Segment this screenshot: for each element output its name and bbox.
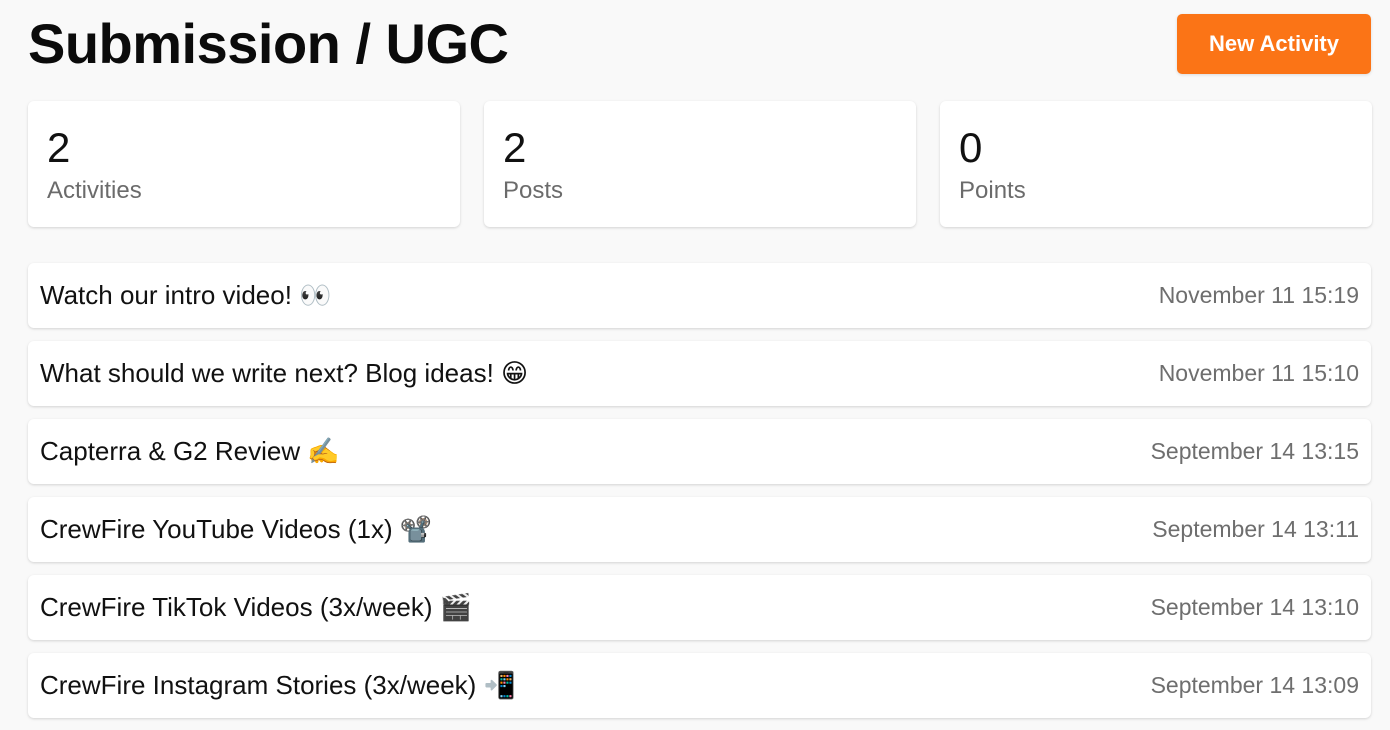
activity-title: CrewFire Instagram Stories (3x/week) 📲 — [40, 670, 516, 700]
activity-row[interactable]: CrewFire YouTube Videos (1x) 📽️ Septembe… — [28, 497, 1371, 562]
activity-date: September 14 13:11 — [1152, 516, 1359, 542]
activity-date: September 14 13:09 — [1150, 672, 1359, 698]
activity-row[interactable]: CrewFire Instagram Stories (3x/week) 📲 S… — [28, 653, 1371, 718]
stat-card-activities: 2 Activities — [28, 101, 460, 227]
activity-row[interactable]: Watch our intro video! 👀 November 11 15:… — [28, 263, 1371, 328]
activity-row[interactable]: Capterra & G2 Review ✍️ September 14 13:… — [28, 419, 1371, 484]
stat-value: 0 — [959, 124, 983, 171]
activity-date: November 11 15:10 — [1158, 360, 1359, 386]
activity-title: CrewFire YouTube Videos (1x) 📽️ — [40, 514, 433, 544]
activity-title: Capterra & G2 Review ✍️ — [40, 436, 340, 466]
new-activity-button[interactable]: New Activity — [1177, 14, 1371, 74]
page-title: Submission / UGC — [28, 12, 509, 75]
page: Submission / UGC New Activity 2 Activiti… — [0, 0, 1390, 730]
activity-title: Watch our intro video! 👀 — [40, 280, 332, 310]
activity-date: September 14 13:10 — [1150, 594, 1359, 620]
activity-title: What should we write next? Blog ideas! 😁 — [40, 358, 529, 388]
stat-card-points: 0 Points — [940, 101, 1372, 227]
activity-row[interactable]: CrewFire TikTok Videos (3x/week) 🎬 Septe… — [28, 575, 1371, 640]
activity-title: CrewFire TikTok Videos (3x/week) 🎬 — [40, 592, 473, 622]
stat-label: Points — [959, 177, 1026, 204]
stat-card-posts: 2 Posts — [484, 101, 916, 227]
stat-value: 2 — [503, 124, 527, 171]
stat-value: 2 — [47, 124, 71, 171]
activity-date: November 11 15:19 — [1158, 282, 1359, 308]
activity-row[interactable]: What should we write next? Blog ideas! 😁… — [28, 341, 1371, 406]
activity-date: September 14 13:15 — [1150, 438, 1359, 464]
stat-label: Activities — [47, 177, 142, 204]
stat-label: Posts — [503, 177, 564, 204]
activity-list: Watch our intro video! 👀 November 11 15:… — [28, 263, 1371, 730]
